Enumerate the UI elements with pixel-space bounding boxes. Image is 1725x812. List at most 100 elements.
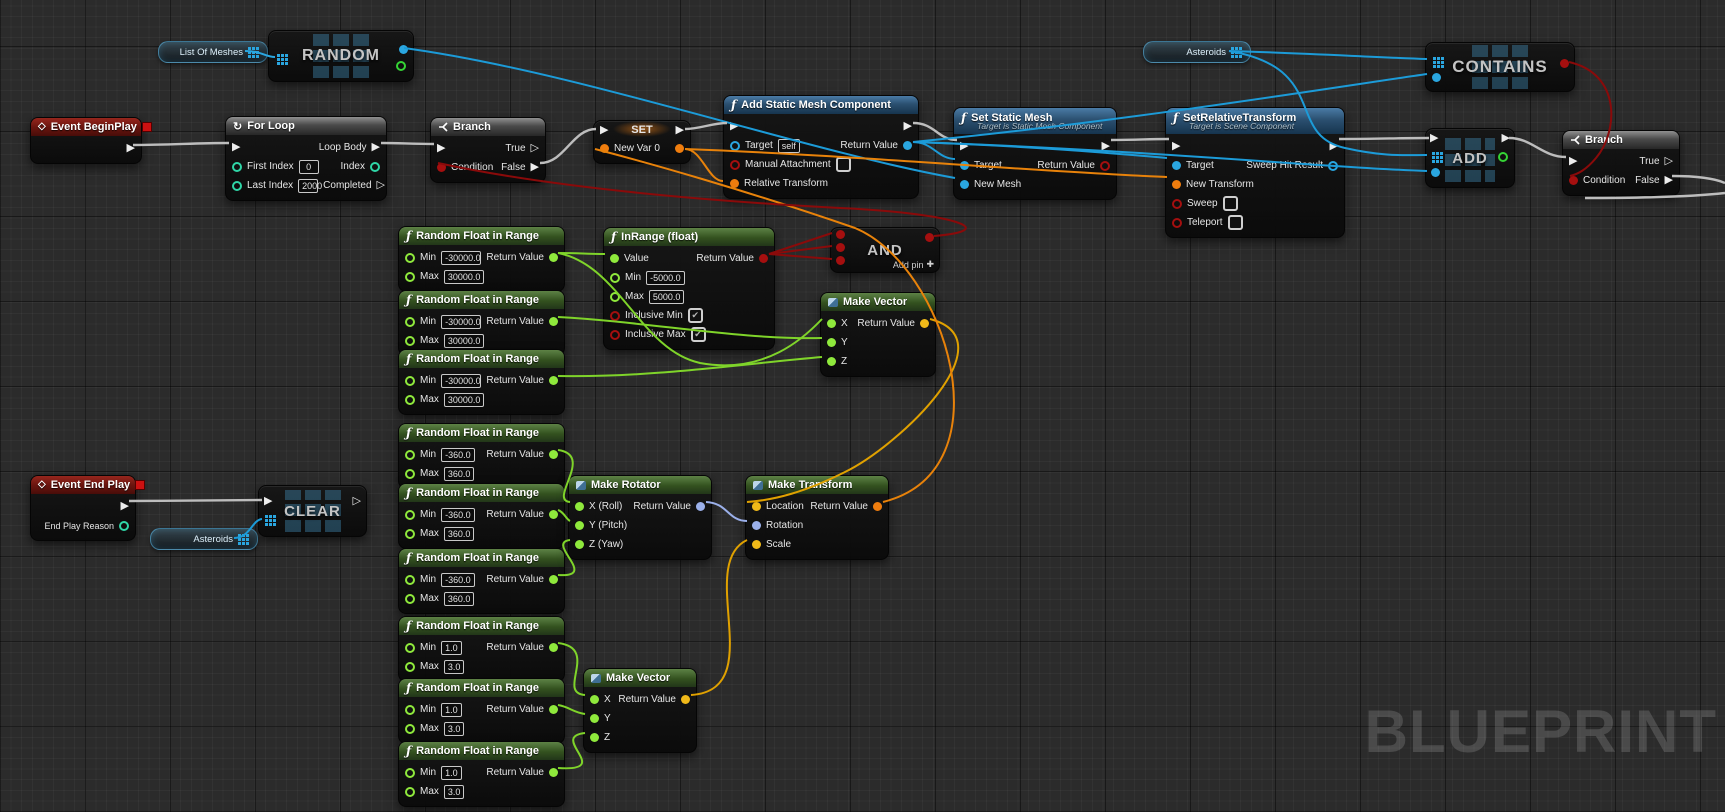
loop-body-exec-pin[interactable]: ▶	[372, 142, 380, 153]
max-pin[interactable]	[405, 724, 415, 734]
node-random-float-7[interactable]: ƒRandom Float in Range Min1.0 Return Val…	[398, 616, 565, 682]
exec-in-pin[interactable]: ▶	[1569, 156, 1577, 167]
inclusive-max-pin[interactable]	[610, 330, 620, 340]
variable-asteroids-bottom[interactable]: Asteroids	[150, 528, 258, 550]
return-value-pin[interactable]	[696, 502, 705, 511]
return-value-pin[interactable]	[759, 254, 768, 263]
min-input[interactable]: -30000.0	[441, 374, 481, 388]
node-and[interactable]: AND Add pin ✚	[830, 227, 940, 273]
manual-attachment-pin[interactable]	[730, 160, 740, 170]
return-value-pin[interactable]	[903, 141, 912, 150]
node-array-contains[interactable]: CONTAINS	[1425, 42, 1575, 92]
exec-in-pin[interactable]: ▶	[232, 142, 240, 153]
min-pin[interactable]	[405, 768, 415, 778]
max-pin[interactable]	[405, 662, 415, 672]
y-pin[interactable]	[590, 714, 599, 723]
y-pitch-pin[interactable]	[575, 521, 584, 530]
node-add-static-mesh-component[interactable]: ƒ Add Static Mesh Component ▶ ▶ Target s…	[723, 95, 919, 199]
index-output-pin[interactable]	[396, 61, 406, 71]
first-index-input[interactable]: 0	[299, 160, 319, 174]
node-random-float-8[interactable]: ƒRandom Float in Range Min1.0 Return Val…	[398, 678, 565, 744]
z-pin[interactable]	[827, 357, 836, 366]
true-exec-pin[interactable]: ▷	[1665, 156, 1673, 167]
add-pin-button[interactable]: Add pin ✚	[893, 259, 934, 270]
delegate-pin[interactable]	[135, 480, 145, 490]
min-input[interactable]: -360.0	[441, 508, 475, 522]
max-pin[interactable]	[405, 395, 415, 405]
node-random-float-3[interactable]: ƒRandom Float in Range Min-30000.0 Retur…	[398, 349, 565, 415]
variable-asteroids-top[interactable]: Asteroids	[1143, 41, 1251, 63]
sweep-pin[interactable]	[1172, 199, 1182, 209]
result-output-pin[interactable]	[1560, 59, 1569, 68]
delegate-pin[interactable]	[142, 122, 152, 132]
min-pin[interactable]	[405, 450, 415, 460]
max-pin[interactable]	[405, 787, 415, 797]
item-output-pin[interactable]	[399, 45, 408, 54]
min-input[interactable]: 1.0	[441, 766, 462, 780]
min-input[interactable]: -5000.0	[646, 271, 685, 285]
exec-in-pin[interactable]: ▶	[600, 125, 608, 136]
exec-in-pin[interactable]: ▶	[437, 143, 445, 154]
rotation-pin[interactable]	[752, 521, 761, 530]
node-array-random[interactable]: RANDOM	[268, 30, 414, 82]
node-set-relative-transform[interactable]: ƒ SetRelativeTransform Target is Scene C…	[1165, 107, 1345, 238]
location-pin[interactable]	[752, 502, 761, 511]
z-yaw-pin[interactable]	[575, 540, 584, 549]
sweep-checkbox[interactable]	[1223, 196, 1238, 211]
return-value-pin[interactable]	[549, 450, 558, 459]
node-event-endplay[interactable]: ◇ Event End Play ▶ End Play Reason	[30, 475, 136, 541]
node-random-float-4[interactable]: ƒRandom Float in Range Min-360.0 Return …	[398, 423, 565, 489]
min-input[interactable]: 1.0	[441, 641, 462, 655]
last-index-pin[interactable]	[232, 181, 242, 191]
max-input[interactable]: 30000.0	[444, 393, 485, 407]
return-value-pin[interactable]	[549, 510, 558, 519]
node-branch-1[interactable]: Branch ▶ True▷ Condition False▶	[430, 117, 546, 183]
node-inrange-float[interactable]: ƒ InRange (float) Value Return Value Min…	[603, 227, 775, 350]
last-index-input[interactable]: 2000	[298, 179, 318, 193]
exec-out-pin[interactable]: ▶	[127, 143, 135, 154]
exec-in-pin[interactable]: ▶	[1430, 133, 1438, 144]
node-array-clear[interactable]: CLEAR ▶ ▷	[258, 485, 367, 537]
index-pin[interactable]	[370, 162, 380, 172]
node-random-float-9[interactable]: ƒRandom Float in Range Min1.0 Return Val…	[398, 741, 565, 807]
end-play-reason-pin[interactable]	[119, 521, 129, 531]
max-input[interactable]: 360.0	[444, 467, 475, 481]
completed-exec-pin[interactable]: ▷	[377, 180, 385, 191]
first-index-pin[interactable]	[232, 162, 242, 172]
min-pin[interactable]	[405, 376, 415, 386]
item-input-pin[interactable]	[1432, 73, 1441, 82]
inclusive-max-checkbox[interactable]: ✔	[691, 327, 706, 342]
scale-pin[interactable]	[752, 540, 761, 549]
min-pin[interactable]	[405, 510, 415, 520]
exec-out-pin[interactable]: ▶	[121, 501, 129, 512]
item-input-pin[interactable]	[1431, 168, 1440, 177]
index-output-pin[interactable]	[1498, 152, 1508, 162]
node-set-newvar[interactable]: ▶ SET ▶ New Var 0	[593, 120, 691, 164]
newvar-out-pin[interactable]	[675, 144, 684, 153]
max-input[interactable]: 5000.0	[649, 290, 685, 304]
value-pin[interactable]	[610, 254, 619, 263]
array-pin-icon[interactable]	[1231, 47, 1234, 50]
exec-out-pin[interactable]: ▶	[1502, 133, 1510, 144]
min-input[interactable]: -30000.0	[441, 315, 481, 329]
node-array-add[interactable]: ADD ▶ ▶	[1425, 128, 1515, 188]
exec-out-pin[interactable]: ▶	[1330, 141, 1338, 152]
node-event-beginplay[interactable]: ◇ Event BeginPlay ▶	[30, 117, 142, 164]
return-value-pin[interactable]	[549, 376, 558, 385]
node-random-float-6[interactable]: ƒRandom Float in Range Min-360.0 Return …	[398, 548, 565, 614]
and-input-pin-3[interactable]	[836, 256, 845, 265]
exec-out-pin[interactable]: ▷	[353, 496, 361, 507]
node-make-vector-bottom[interactable]: Make Vector X Return Value Y Z	[583, 668, 697, 753]
array-pin-icon[interactable]	[248, 47, 251, 50]
false-exec-pin[interactable]: ▶	[531, 162, 539, 173]
max-pin[interactable]	[405, 529, 415, 539]
exec-out-pin[interactable]: ▶	[676, 125, 684, 136]
z-pin[interactable]	[590, 733, 599, 742]
blueprint-canvas[interactable]: BLUEPRINT	[0, 0, 1725, 812]
target-pin[interactable]	[730, 141, 740, 151]
inclusive-min-checkbox[interactable]: ✔	[688, 308, 703, 323]
array-input-pin[interactable]	[277, 54, 280, 57]
exec-in-pin[interactable]: ▶	[960, 141, 968, 152]
max-input[interactable]: 3.0	[444, 722, 465, 736]
min-pin[interactable]	[405, 643, 415, 653]
